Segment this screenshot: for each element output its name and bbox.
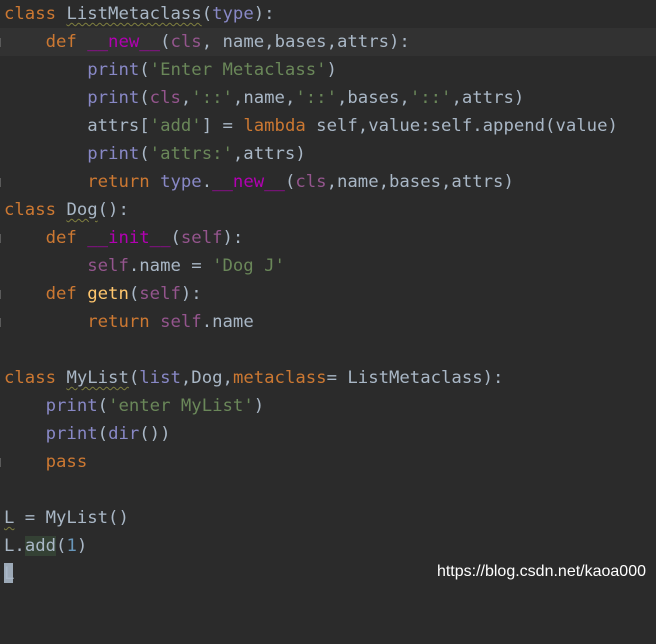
code-line[interactable]: print('Enter Metaclass') (0, 56, 656, 84)
code-line[interactable]: print(cls,'::',name,'::',bases,'::',attr… (0, 84, 656, 112)
code-line[interactable]: L = MyList() (0, 504, 656, 532)
code-line[interactable]: def getn(self): (0, 280, 656, 308)
code-line[interactable]: pass (0, 448, 656, 476)
code-line[interactable]: return self.name (0, 308, 656, 336)
code-line[interactable]: self.name = 'Dog J' (0, 252, 656, 280)
code-line[interactable]: print('enter MyList') (0, 392, 656, 420)
code-line[interactable] (0, 476, 656, 504)
code-line[interactable]: class Dog(): (0, 196, 656, 224)
code-line[interactable]: L.add(1) (0, 532, 656, 560)
code-line[interactable]: print('attrs:',attrs) (0, 140, 656, 168)
code-line[interactable]: class MyList(list,Dog,metaclass= ListMet… (0, 364, 656, 392)
code-line[interactable]: attrs['add'] = lambda self,value:self.ap… (0, 112, 656, 140)
code-line[interactable]: return type.__new__(cls,name,bases,attrs… (0, 168, 656, 196)
watermark: https://blog.csdn.net/kaoa000 (436, 563, 646, 580)
code-line[interactable]: class ListMetaclass(type): (0, 0, 656, 28)
code-line[interactable]: def __new__(cls, name,bases,attrs): (0, 28, 656, 56)
code-line[interactable]: print(dir()) (0, 420, 656, 448)
code-line[interactable] (0, 336, 656, 364)
code-editor[interactable]: class ListMetaclass(type): def __new__(c… (0, 0, 656, 587)
text-cursor (4, 563, 13, 583)
code-line[interactable]: def __init__(self): (0, 224, 656, 252)
